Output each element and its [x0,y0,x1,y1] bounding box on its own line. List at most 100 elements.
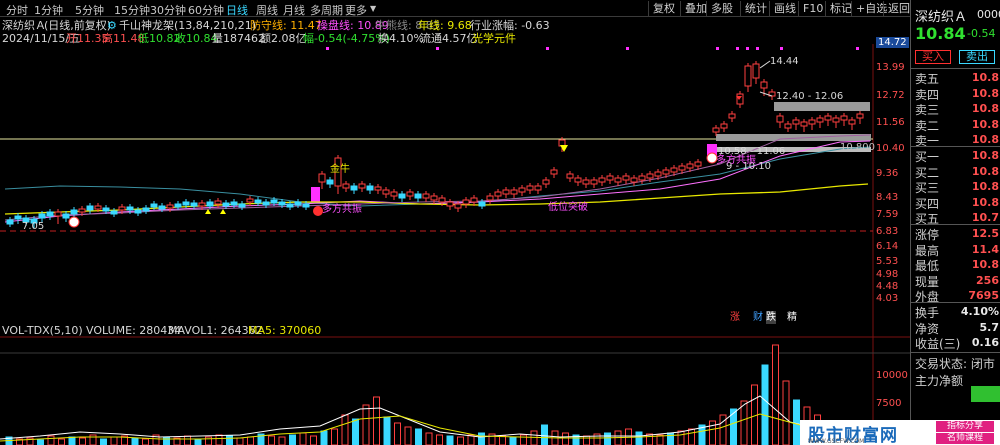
tag-fall[interactable]: 跌 [766,311,776,324]
volume-bar[interactable] [415,428,422,445]
kline-chart[interactable] [0,44,910,445]
candle-body[interactable] [414,193,422,199]
candle-body[interactable] [816,117,824,123]
volume-bar[interactable] [215,434,223,445]
draw-button[interactable]: 画线 [769,1,800,16]
candle-body[interactable] [728,113,736,119]
candle-body[interactable] [358,183,366,189]
volume-bar[interactable] [320,430,328,445]
candle-body[interactable] [62,213,70,219]
candle-body[interactable] [824,115,832,121]
more-arrow-icon[interactable]: ▼ [370,4,376,13]
candle-body[interactable] [486,195,494,201]
volume-bar[interactable] [194,438,202,445]
candle-body[interactable] [126,206,134,211]
candle-body[interactable] [382,189,390,195]
candle-body[interactable] [784,123,792,129]
candle-body[interactable] [752,63,760,79]
volume-bar[interactable] [740,400,748,445]
candle-body[interactable] [526,185,534,191]
candle-body[interactable] [118,206,126,211]
candle-body[interactable] [246,198,254,203]
candle-body[interactable] [46,211,54,217]
candle-body[interactable] [800,121,808,127]
candle-body[interactable] [848,119,856,125]
tab-5min[interactable]: 5分钟 [75,2,104,18]
volume-bar[interactable] [478,432,485,445]
tab-30min[interactable]: 30分钟 [150,2,186,18]
candle-body[interactable] [198,202,206,207]
candle-body[interactable] [238,203,246,208]
volume-bar[interactable] [331,428,338,445]
volume-bar[interactable] [520,434,527,445]
tab-weekly[interactable]: 周线 [256,2,278,18]
volume-bar[interactable] [236,437,244,445]
volume-bar[interactable] [131,437,139,445]
volume-bar[interactable] [289,434,296,445]
volume-bar[interactable] [341,414,349,445]
candle-body[interactable] [366,185,374,191]
candle-body[interactable] [470,197,478,203]
volume-bar[interactable] [667,432,674,445]
candle-body[interactable] [102,207,110,212]
volume-bar[interactable] [383,416,391,445]
candle-body[interactable] [606,175,614,181]
candle-body[interactable] [270,199,278,204]
candle-body[interactable] [94,205,102,210]
volume-bar[interactable] [446,435,454,445]
volume-bar[interactable] [499,435,506,445]
candle-body[interactable] [166,204,174,209]
candle-body[interactable] [686,163,694,169]
volume-bar[interactable] [184,435,191,445]
candle-body[interactable] [542,179,550,185]
candle-body[interactable] [446,201,454,207]
candle-body[interactable] [78,208,86,213]
candle-body[interactable] [494,191,502,197]
volume-bar[interactable] [352,418,359,445]
candle-body[interactable] [38,213,46,219]
candle-body[interactable] [342,183,350,189]
tab-multi-period[interactable]: 多周期 [310,2,343,18]
candle-body[interactable] [182,201,190,206]
volume-bar[interactable] [58,438,65,445]
volume-bar[interactable] [100,438,107,445]
candle-body[interactable] [326,179,334,185]
candle-body[interactable] [430,195,438,201]
candle-body[interactable] [174,203,182,208]
candle-body[interactable] [736,93,744,105]
volume-bar[interactable] [541,424,548,445]
volume-bar[interactable] [761,364,769,445]
volume-bar[interactable] [205,436,212,445]
volume-bar[interactable] [373,396,380,445]
volume-bar[interactable] [404,426,412,445]
stats-button[interactable]: 统计 [740,1,771,16]
candle-body[interactable] [510,189,518,195]
candle-body[interactable] [230,201,238,206]
volume-bar[interactable] [530,430,538,445]
candle-body[interactable] [720,123,728,129]
candle-body[interactable] [374,186,382,191]
candle-body[interactable] [222,202,230,207]
candle-body[interactable] [856,113,864,119]
candle-body[interactable] [422,193,430,199]
volume-bar[interactable] [436,434,443,445]
volume-bar[interactable] [47,435,55,445]
candle-body[interactable] [438,197,446,203]
candle-body[interactable] [318,173,326,183]
candle-body[interactable] [654,171,662,177]
volume-bar[interactable] [79,437,86,445]
candle-body[interactable] [142,207,150,212]
candle-body[interactable] [598,177,606,183]
volume-bar[interactable] [677,430,685,445]
candle-body[interactable] [832,117,840,123]
tag-finance[interactable]: 财 [753,311,763,324]
volume-bar[interactable] [772,344,779,445]
volume-bar[interactable] [268,435,275,445]
candle-body[interactable] [534,185,542,191]
candle-body[interactable] [630,177,638,183]
candle-body[interactable] [840,115,848,121]
candle-body[interactable] [70,209,78,215]
candle-body[interactable] [792,119,800,125]
candle-body[interactable] [808,119,816,125]
adjust-button[interactable]: 复权 [648,1,679,16]
